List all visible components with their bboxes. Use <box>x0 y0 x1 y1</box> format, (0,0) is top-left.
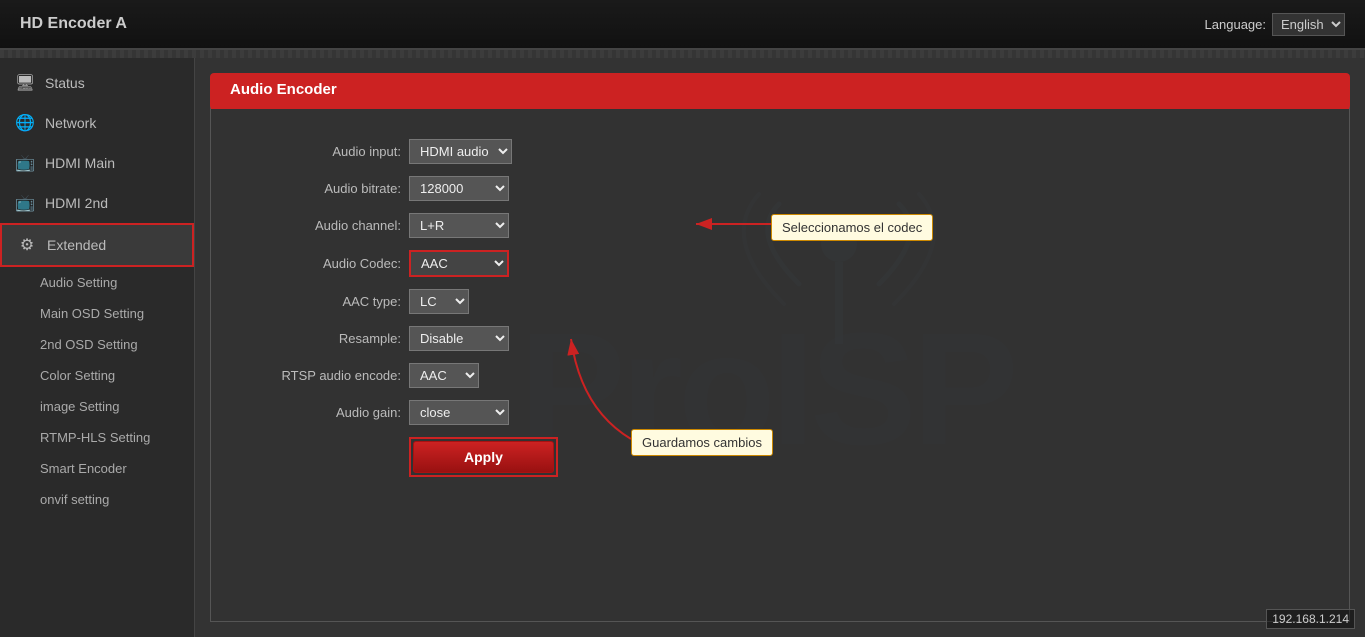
form-row-resample: Resample: Disable Enable <box>251 326 1309 351</box>
form-area: Audio input: HDMI audio Line In Audio bi… <box>211 129 1349 499</box>
sidebar-item-hdmi-2nd[interactable]: 📺 HDMI 2nd <box>0 183 194 223</box>
gear-icon: ⚙ <box>17 235 37 255</box>
header: HD Encoder A Language: English <box>0 0 1365 50</box>
select-audio-channel[interactable]: L+R Left Right <box>409 213 509 238</box>
select-aac-type[interactable]: LC HE <box>409 289 469 314</box>
annotation-save: Guardamos cambios <box>631 429 773 456</box>
label-audio-bitrate: Audio bitrate: <box>251 181 401 196</box>
tab-audio-encoder[interactable]: Audio Encoder <box>210 73 1350 106</box>
form-row-audio-gain: Audio gain: close low medium high <box>251 400 1309 425</box>
language-label: Language: <box>1205 17 1266 32</box>
sidebar-subitem-rtmp-hls[interactable]: RTMP-HLS Setting <box>0 422 194 453</box>
select-audio-gain[interactable]: close low medium high <box>409 400 509 425</box>
sidebar: 🖥 Status 🌐 Network 📺 HDMI Main 📺 HDMI 2n… <box>0 58 195 637</box>
label-audio-codec: Audio Codec: <box>251 256 401 271</box>
hdmi-2nd-icon: 📺 <box>15 193 35 213</box>
subheader-divider <box>0 50 1365 58</box>
sidebar-label-extended: Extended <box>47 237 106 253</box>
label-audio-gain: Audio gain: <box>251 405 401 420</box>
annotation-codec: Seleccionamos el codec <box>771 214 933 241</box>
sidebar-label-status: Status <box>45 75 85 91</box>
apply-button[interactable]: Apply <box>413 441 554 473</box>
main-layout: 🖥 Status 🌐 Network 📺 HDMI Main 📺 HDMI 2n… <box>0 58 1365 637</box>
content-panel: Audio input: HDMI audio Line In Audio bi… <box>210 106 1350 622</box>
sidebar-subitem-2nd-osd[interactable]: 2nd OSD Setting <box>0 329 194 360</box>
sidebar-subitem-main-osd[interactable]: Main OSD Setting <box>0 298 194 329</box>
arrow-codec <box>691 209 781 239</box>
form-row-audio-codec: Audio Codec: AAC MP3 G711 <box>251 250 1309 277</box>
sidebar-subitem-onvif[interactable]: onvif setting <box>0 484 194 515</box>
select-resample[interactable]: Disable Enable <box>409 326 509 351</box>
label-rtsp-audio: RTSP audio encode: <box>251 368 401 383</box>
sidebar-label-network: Network <box>45 115 96 131</box>
label-aac-type: AAC type: <box>251 294 401 309</box>
sidebar-label-hdmi-2nd: HDMI 2nd <box>45 195 108 211</box>
main-content: ProISP Audio Encoder Audio input: HDMI a… <box>195 58 1365 637</box>
form-row-aac-type: AAC type: LC HE <box>251 289 1309 314</box>
label-audio-input: Audio input: <box>251 144 401 159</box>
language-selector: Language: English <box>1205 13 1345 36</box>
select-audio-codec[interactable]: AAC MP3 G711 <box>409 250 509 277</box>
form-row-audio-input: Audio input: HDMI audio Line In <box>251 139 1309 164</box>
hdmi-main-icon: 📺 <box>15 153 35 173</box>
label-resample: Resample: <box>251 331 401 346</box>
app-title: HD Encoder A <box>20 15 127 33</box>
sidebar-item-status[interactable]: 🖥 Status <box>0 63 194 103</box>
select-rtsp-audio[interactable]: AAC MP3 <box>409 363 479 388</box>
sidebar-subitem-image-setting[interactable]: image Setting <box>0 391 194 422</box>
sidebar-subitem-audio-setting[interactable]: Audio Setting <box>0 267 194 298</box>
sidebar-subitem-color-setting[interactable]: Color Setting <box>0 360 194 391</box>
sidebar-item-network[interactable]: 🌐 Network <box>0 103 194 143</box>
globe-icon: 🌐 <box>15 113 35 133</box>
language-dropdown[interactable]: English <box>1272 13 1345 36</box>
sidebar-item-hdmi-main[interactable]: 📺 HDMI Main <box>0 143 194 183</box>
form-row-rtsp-audio: RTSP audio encode: AAC MP3 <box>251 363 1309 388</box>
monitor-icon: 🖥 <box>15 73 35 93</box>
label-audio-channel: Audio channel: <box>251 218 401 233</box>
ip-address: 192.168.1.214 <box>1266 609 1355 629</box>
sidebar-subitem-smart-encoder[interactable]: Smart Encoder <box>0 453 194 484</box>
sidebar-label-hdmi-main: HDMI Main <box>45 155 115 171</box>
form-row-apply: Apply <box>251 437 1309 477</box>
sidebar-item-extended[interactable]: ⚙ Extended <box>0 223 194 267</box>
select-audio-input[interactable]: HDMI audio Line In <box>409 139 512 164</box>
form-row-audio-bitrate: Audio bitrate: 64000 128000 256000 <box>251 176 1309 201</box>
select-audio-bitrate[interactable]: 64000 128000 256000 <box>409 176 509 201</box>
